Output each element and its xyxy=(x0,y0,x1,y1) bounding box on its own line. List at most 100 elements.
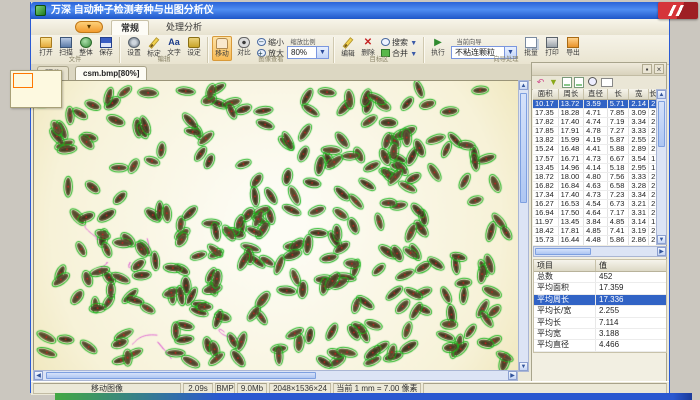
summary-row[interactable]: 平均长/宽2.255 xyxy=(534,306,666,317)
scroll-down-icon[interactable]: ▼ xyxy=(519,362,528,371)
zoom-out-button[interactable]: 缩小 xyxy=(257,37,284,48)
column-header[interactable]: 长 xyxy=(608,89,630,99)
table-row[interactable]: 10.1713.723.595.712.142.67 xyxy=(533,100,656,109)
filter-icon[interactable]: ▼ xyxy=(548,77,559,87)
magnifier-icon[interactable] xyxy=(588,77,597,86)
scrollbar-thumb[interactable] xyxy=(46,372,316,379)
summary-row[interactable]: 平均宽3.188 xyxy=(534,329,666,340)
pin-panel-button[interactable]: ▪ xyxy=(642,64,652,74)
table-row[interactable]: 16.8216.844.636.583.282.01 xyxy=(533,182,656,191)
cell: 2.255 xyxy=(596,306,666,316)
cell: 平均长 xyxy=(534,318,596,328)
cell: 3.14 xyxy=(629,218,649,226)
cell: 2.32 xyxy=(649,227,656,235)
table-row[interactable]: 18.7218.004.807.563.332.27 xyxy=(533,173,656,182)
cell: 4.74 xyxy=(584,118,608,126)
cell: 17.336 xyxy=(596,295,666,305)
column-header[interactable]: 周长 xyxy=(559,89,585,99)
cell: 4.19 xyxy=(584,136,608,144)
table-row[interactable]: 17.3518.284.717.853.092.54 xyxy=(533,109,656,118)
scrollbar-thumb[interactable] xyxy=(520,93,527,203)
column-header[interactable]: 宽 xyxy=(629,89,649,99)
scroll-right-icon[interactable]: ▶ xyxy=(508,371,517,380)
cell: 2.15 xyxy=(649,118,656,126)
text-icon: Aa xyxy=(168,37,180,48)
summary-row[interactable]: 平均直径4.466 xyxy=(534,340,666,351)
close-panel-button[interactable]: × xyxy=(654,64,664,74)
chevron-down-icon: ▼ xyxy=(410,40,417,47)
cell: 18.42 xyxy=(533,227,559,235)
print-button[interactable]: 打印 xyxy=(542,36,562,61)
move-button[interactable]: 移动 xyxy=(212,36,232,61)
table-row[interactable]: 11.9713.453.844.853.141.54 xyxy=(533,218,656,227)
cell: 4.41 xyxy=(584,145,608,153)
summary-row[interactable]: 总数452 xyxy=(534,272,666,283)
export-button[interactable]: 导出 xyxy=(563,36,583,61)
scrollbar-thumb[interactable] xyxy=(658,101,665,147)
table-row[interactable]: 18.4217.814.857.413.192.32 xyxy=(533,227,656,236)
cell: 2.14 xyxy=(629,100,649,108)
zoom-out-icon xyxy=(257,38,266,46)
column-header[interactable]: 直径 xyxy=(584,89,608,99)
summary-table-header: 项目 值 xyxy=(534,260,666,272)
column-header[interactable]: 面积 xyxy=(533,89,559,99)
scroll-right-icon[interactable]: ▶ xyxy=(657,247,666,256)
eye-icon xyxy=(238,37,250,48)
cell: 平均周长 xyxy=(534,295,596,305)
table-row[interactable]: 15.2416.484.415.882.892.03 xyxy=(533,145,656,154)
scroll-down-icon[interactable]: ▼ xyxy=(657,235,666,244)
search-target-button[interactable]: 搜索 ▼ xyxy=(381,37,417,48)
scanner-icon xyxy=(60,37,72,48)
play-icon: ▶ xyxy=(432,37,444,48)
summary-row[interactable]: 平均长7.114 xyxy=(534,318,666,329)
specimen-image[interactable] xyxy=(34,81,518,371)
execute-button[interactable]: ▶执行 xyxy=(428,36,448,61)
table-row[interactable]: 17.3417.404.737.233.342.16 xyxy=(533,191,656,200)
image-vertical-scrollbar[interactable]: ▲ ▼ xyxy=(518,80,529,372)
navigator-view-rect[interactable] xyxy=(13,73,33,88)
app-menu-button[interactable]: ▾ xyxy=(75,21,103,33)
tab-general[interactable]: 常规 xyxy=(111,20,149,36)
pencil-icon xyxy=(343,37,354,49)
cell: 3.09 xyxy=(629,109,649,117)
tab-current-image[interactable]: csm.bmp[80%] xyxy=(75,66,147,81)
scroll-up-icon[interactable]: ▲ xyxy=(657,90,666,99)
undo-icon[interactable]: ↶ xyxy=(535,77,546,87)
cell: 16.82 xyxy=(533,182,559,190)
cell: 1.76 xyxy=(649,164,656,172)
column-header[interactable]: 长/宽 xyxy=(649,89,656,99)
summary-row[interactable]: 平均面积17.359 xyxy=(534,283,666,294)
cell: 2.54 xyxy=(649,109,656,117)
table-row[interactable]: 13.8215.994.195.872.552.30 xyxy=(533,136,656,145)
cell: 2.86 xyxy=(629,236,649,244)
cell: 7.85 xyxy=(608,109,630,117)
scrollbar-thumb[interactable] xyxy=(535,248,591,255)
table-row[interactable]: 17.8217.404.747.193.342.15 xyxy=(533,118,656,127)
report-icon[interactable] xyxy=(562,77,572,88)
navigator-thumbnail[interactable] xyxy=(10,70,62,108)
table-row[interactable]: 17.8517.914.787.273.332.18 xyxy=(533,127,656,136)
cell: 17.81 xyxy=(559,227,585,235)
region-icon[interactable] xyxy=(601,78,613,87)
title-bar[interactable]: 万深 自动种子检测考种与出图分析仪 xyxy=(31,2,669,19)
copy-report-icon[interactable] xyxy=(574,77,584,88)
scroll-left-icon[interactable]: ◀ xyxy=(34,371,43,380)
cell: 2.05 xyxy=(649,236,656,244)
taskbar-strip[interactable] xyxy=(55,393,692,400)
table-horizontal-scrollbar[interactable]: ▶ xyxy=(533,246,667,257)
tab-process-analysis[interactable]: 处理分析 xyxy=(157,20,211,35)
cell: 6.67 xyxy=(608,155,630,163)
table-row[interactable]: 16.2716.534.546.733.212.10 xyxy=(533,200,656,209)
table-row[interactable]: 17.5716.714.736.673.541.88 xyxy=(533,155,656,164)
cell: 15.24 xyxy=(533,145,559,153)
summary-table-body: 总数452平均面积17.359平均周长17.336平均长/宽2.255平均长7.… xyxy=(534,272,666,352)
table-vertical-scrollbar[interactable]: ▲ ▼ xyxy=(656,89,667,245)
table-row[interactable]: 15.7316.444.485.862.862.05 xyxy=(533,236,656,245)
cell: 4.466 xyxy=(596,340,666,350)
table-row[interactable]: 13.4514.964.145.182.951.76 xyxy=(533,164,656,173)
save-icon xyxy=(100,37,112,48)
table-row[interactable]: 16.9417.504.647.173.312.17 xyxy=(533,209,656,218)
summary-row[interactable]: 平均周长17.336 xyxy=(534,295,666,306)
scroll-up-icon[interactable]: ▲ xyxy=(519,81,528,90)
image-horizontal-scrollbar[interactable]: ◀ ▶ xyxy=(33,370,518,381)
